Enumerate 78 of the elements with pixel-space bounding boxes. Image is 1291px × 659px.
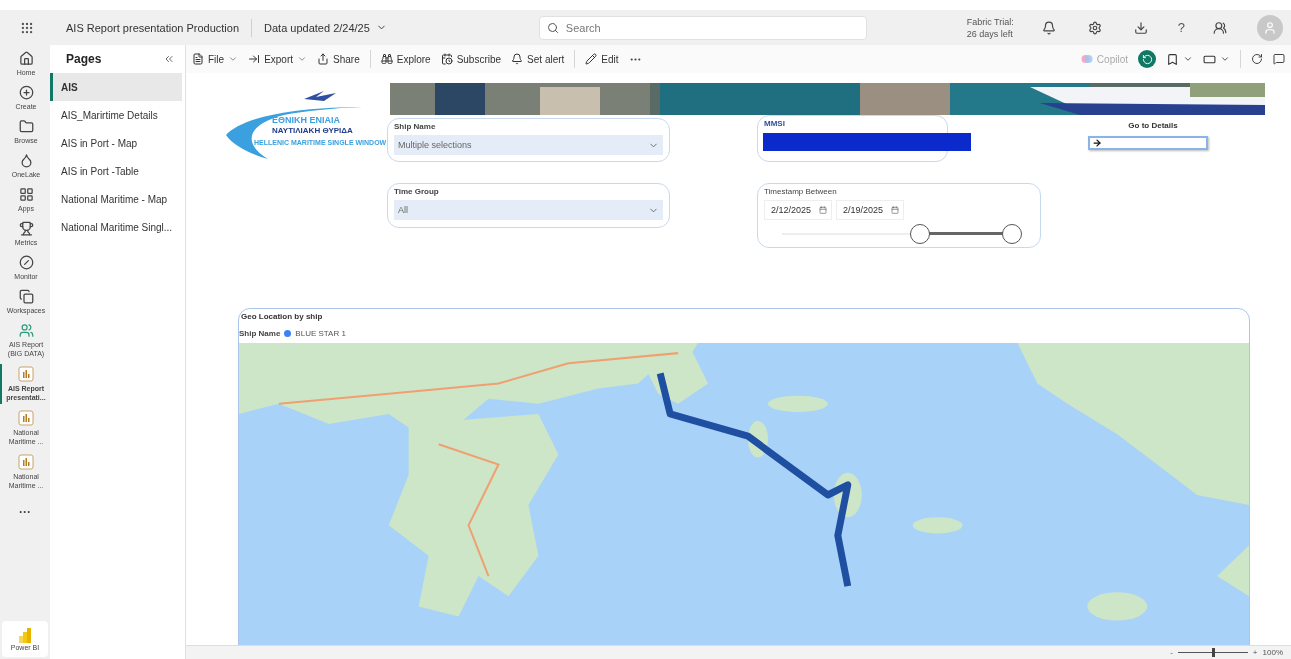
toolbar-button[interactable]: File [192, 53, 239, 65]
copilot-icon [1080, 53, 1093, 65]
page-item[interactable]: National Maritime Singl... [50, 213, 182, 241]
search-icon [546, 21, 559, 34]
chevron-icon[interactable] [1220, 54, 1230, 64]
calendar-clock-icon [440, 53, 453, 65]
download-icon[interactable] [1133, 20, 1148, 35]
settings-icon[interactable] [1087, 20, 1102, 35]
refresh-icon[interactable] [1251, 53, 1263, 65]
bell-icon [511, 53, 524, 65]
toolbar-button[interactable]: Set alert [511, 53, 565, 65]
people-icon [18, 323, 34, 338]
slider-thumb[interactable] [1002, 224, 1022, 244]
grid-icon [18, 187, 34, 202]
page-item[interactable]: AIS in Port -Table [50, 157, 182, 185]
report-icon [18, 366, 34, 382]
pencil-icon [585, 53, 598, 65]
zoom-level: 100% [1262, 648, 1283, 657]
toolbar-button[interactable]: Export [248, 53, 308, 65]
report-icon [18, 454, 34, 470]
card-label: MMSI [764, 119, 786, 128]
toolbar-button[interactable]: Explore [380, 53, 431, 65]
time-group-dropdown[interactable]: All [394, 200, 663, 220]
toolbar-button[interactable]: Edit [585, 53, 619, 65]
stacked-squares-icon [18, 289, 34, 304]
arrow-to-line-icon [248, 53, 261, 65]
go-to-details-label: Go to Details [1127, 121, 1179, 130]
droplet-icon [18, 153, 34, 168]
ship-name-dropdown[interactable]: Multiple selections [394, 135, 663, 155]
calendar-icon[interactable] [891, 206, 899, 214]
legend-title: Ship Name [239, 328, 281, 338]
report-icon [18, 410, 34, 426]
plus-circle-icon [18, 85, 34, 100]
chevron-icon[interactable] [1183, 54, 1193, 64]
zoom-thumb[interactable] [1211, 648, 1215, 657]
bookmark-icon[interactable] [1166, 52, 1179, 66]
legend-label: BLUE STAR 1 [295, 328, 346, 338]
page-item[interactable]: AIS_Marirtime Details [50, 101, 182, 129]
app-launcher-icon[interactable] [20, 20, 34, 35]
trophy-icon [18, 221, 34, 236]
start-date-field[interactable]: 2/12/2025 [764, 200, 832, 220]
end-date-field[interactable]: 2/19/2025 [836, 200, 904, 220]
page-item[interactable]: National Maritime - Map [50, 185, 182, 213]
zoom-in-button[interactable]: + [1252, 648, 1258, 657]
help-button[interactable]: ? [1177, 20, 1185, 35]
arrow-icon [1092, 138, 1102, 148]
share-icon [317, 53, 330, 65]
people-icon[interactable] [1213, 20, 1227, 35]
more-button[interactable]: ··· [13, 504, 37, 520]
search-field[interactable]: Search [538, 15, 867, 40]
chevron-icon [228, 54, 239, 64]
pages-title: Pages [66, 52, 102, 66]
map-title: Geo Location by ship [240, 311, 324, 323]
report-title: AIS Report presentation Production [66, 21, 240, 34]
document-icon [192, 53, 204, 65]
toolbar-button[interactable]: Share [317, 53, 360, 65]
slicer-label: Ship Name [394, 122, 437, 131]
notifications-icon[interactable] [1041, 20, 1056, 35]
home-icon [18, 51, 34, 66]
reset-icon[interactable] [1138, 50, 1156, 68]
comment-icon[interactable] [1273, 53, 1285, 65]
data-updated-dropdown[interactable]: Data updated 2/24/25 [264, 21, 387, 34]
bar-chart-icon [18, 627, 32, 643]
person-icon [1263, 20, 1277, 35]
page-item[interactable]: AIS in Port - Map [50, 129, 182, 157]
slicer-label: Time Group [394, 187, 440, 196]
slider-thumb[interactable] [910, 224, 930, 244]
page-item[interactable]: AIS [50, 73, 182, 101]
slicer-label: Timestamp Between [764, 187, 838, 196]
collapse-icon[interactable] [163, 53, 175, 65]
trial-status[interactable]: Fabric Trial: 26 days left [966, 15, 1014, 40]
folder-icon [18, 119, 34, 134]
toolbar-button[interactable]: Subscribe [440, 53, 502, 65]
chevron-icon [297, 54, 308, 64]
binoculars-icon [380, 53, 393, 65]
calendar-icon[interactable] [819, 206, 827, 214]
slashed-circle-icon [18, 255, 34, 270]
zoom-out-button[interactable]: - [1170, 648, 1173, 657]
